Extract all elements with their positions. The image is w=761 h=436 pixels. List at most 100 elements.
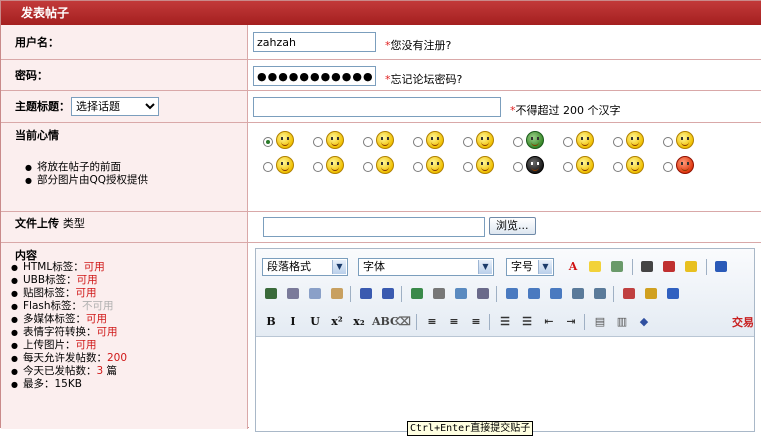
mood-option[interactable]: [663, 131, 703, 151]
blush-icon: [276, 156, 294, 174]
mood-option[interactable]: [563, 131, 603, 151]
unlink-icon[interactable]: [430, 285, 448, 302]
insert-row-icon[interactable]: [525, 285, 543, 302]
mood-radio[interactable]: [463, 137, 473, 147]
emoticon-icon[interactable]: [682, 258, 700, 275]
outdent-icon[interactable]: ⇤: [540, 313, 558, 330]
template-icon[interactable]: ▤: [591, 313, 609, 330]
subscript-icon[interactable]: x₂: [350, 313, 368, 330]
mood-radio[interactable]: [663, 162, 673, 172]
mood-radio[interactable]: [513, 137, 523, 147]
undo-icon[interactable]: [357, 285, 375, 302]
mood-option[interactable]: [363, 156, 403, 176]
mood-option[interactable]: [613, 156, 653, 176]
register-hint[interactable]: *您没有注册?: [385, 37, 451, 53]
strike-icon[interactable]: ABC: [372, 313, 399, 330]
flag-icon[interactable]: [660, 258, 678, 275]
fill-icon[interactable]: [608, 258, 626, 275]
cloud-icon[interactable]: [664, 285, 682, 302]
mood-radio[interactable]: [263, 137, 273, 147]
mood-radio[interactable]: [563, 162, 573, 172]
upload-file-input[interactable]: [263, 217, 485, 237]
mood-option[interactable]: [463, 131, 503, 151]
image-icon[interactable]: [452, 285, 470, 302]
browse-button[interactable]: 浏览...: [489, 217, 536, 235]
bold-icon[interactable]: B: [262, 313, 280, 330]
help-icon[interactable]: [712, 258, 730, 275]
insert-col-icon[interactable]: [547, 285, 565, 302]
shield-icon[interactable]: ◆: [635, 313, 653, 330]
mood-radio[interactable]: [563, 137, 573, 147]
flash-icon[interactable]: [620, 285, 638, 302]
mood-radio[interactable]: [613, 162, 623, 172]
mood-radio[interactable]: [413, 162, 423, 172]
rich-text-editor: 段落格式 ▼ 字体 ▼ 字号 ▼ 交易 A B I Ux² x₂ ABC ⌫ ≡ ≡ ≡ ☰ ☰ ⇤ ⇥ ▤ ▥ ◆: [255, 248, 755, 432]
window-icon[interactable]: [262, 285, 280, 302]
mood-radio[interactable]: [313, 137, 323, 147]
forgot-password-hint[interactable]: *忘记论坛密码?: [385, 71, 462, 87]
subject-input[interactable]: [253, 97, 501, 117]
toolbar-separator: [613, 286, 614, 302]
mood-option[interactable]: [513, 131, 553, 151]
italic-icon[interactable]: I: [284, 313, 302, 330]
mood-option[interactable]: [613, 131, 653, 151]
mood-option[interactable]: [563, 156, 603, 176]
mood-radio[interactable]: [263, 162, 273, 172]
form-title: 发表帖子: [1, 1, 761, 25]
toolbar-separator: [706, 259, 707, 275]
submit-shortcut-tooltip: Ctrl+Enter直接提交贴子: [407, 421, 534, 436]
trade-button[interactable]: 交易: [732, 314, 754, 330]
highlight-icon[interactable]: [586, 258, 604, 275]
topic-select[interactable]: 选择话题: [71, 97, 159, 116]
paste-icon[interactable]: [328, 285, 346, 302]
copy-icon[interactable]: [306, 285, 324, 302]
upload-type-link[interactable]: 类型: [63, 217, 85, 230]
mood-radio[interactable]: [463, 162, 473, 172]
mood-radio[interactable]: [313, 162, 323, 172]
align-center-icon[interactable]: ≡: [445, 313, 463, 330]
chevron-down-icon: ▼: [332, 260, 346, 274]
font-color-icon[interactable]: A: [564, 258, 582, 275]
password-input[interactable]: [253, 66, 376, 86]
mood-radio[interactable]: [413, 137, 423, 147]
page-icon[interactable]: ▥: [613, 313, 631, 330]
username-input[interactable]: [253, 32, 376, 52]
mood-radio[interactable]: [513, 162, 523, 172]
hr-icon[interactable]: [474, 285, 492, 302]
find-icon[interactable]: [638, 258, 656, 275]
merge-cell-icon[interactable]: [569, 285, 587, 302]
paragraph-format-select[interactable]: 段落格式 ▼: [262, 258, 348, 276]
eraser-icon[interactable]: ⌫: [394, 313, 412, 330]
editor-body[interactable]: [256, 338, 754, 431]
mood-radio[interactable]: [613, 137, 623, 147]
upload-row: 文件上传 类型 浏览...: [1, 212, 761, 243]
mood-radio[interactable]: [663, 137, 673, 147]
mood-option[interactable]: [263, 156, 303, 176]
unordered-list-icon[interactable]: ☰: [518, 313, 536, 330]
mood-option[interactable]: [663, 156, 703, 176]
underline-icon[interactable]: U: [306, 313, 324, 330]
mood-option[interactable]: [313, 156, 353, 176]
redo-icon[interactable]: [379, 285, 397, 302]
mood-option[interactable]: [413, 131, 453, 151]
mood-option[interactable]: [313, 131, 353, 151]
superscript-icon[interactable]: x²: [328, 313, 346, 330]
align-right-icon[interactable]: ≡: [467, 313, 485, 330]
mood-option[interactable]: [263, 131, 303, 151]
mood-radio[interactable]: [363, 137, 373, 147]
split-cell-icon[interactable]: [591, 285, 609, 302]
link-icon[interactable]: [408, 285, 426, 302]
mood-radio[interactable]: [363, 162, 373, 172]
mood-option[interactable]: [413, 156, 453, 176]
mood-option[interactable]: [463, 156, 503, 176]
font-select[interactable]: 字体 ▼: [358, 258, 494, 276]
ordered-list-icon[interactable]: ☰: [496, 313, 514, 330]
align-left-icon[interactable]: ≡: [423, 313, 441, 330]
font-size-select[interactable]: 字号 ▼: [506, 258, 554, 276]
media-icon[interactable]: [642, 285, 660, 302]
mood-option[interactable]: [513, 156, 553, 176]
indent-icon[interactable]: ⇥: [562, 313, 580, 330]
table-icon[interactable]: [503, 285, 521, 302]
mood-option[interactable]: [363, 131, 403, 151]
cut-icon[interactable]: [284, 285, 302, 302]
